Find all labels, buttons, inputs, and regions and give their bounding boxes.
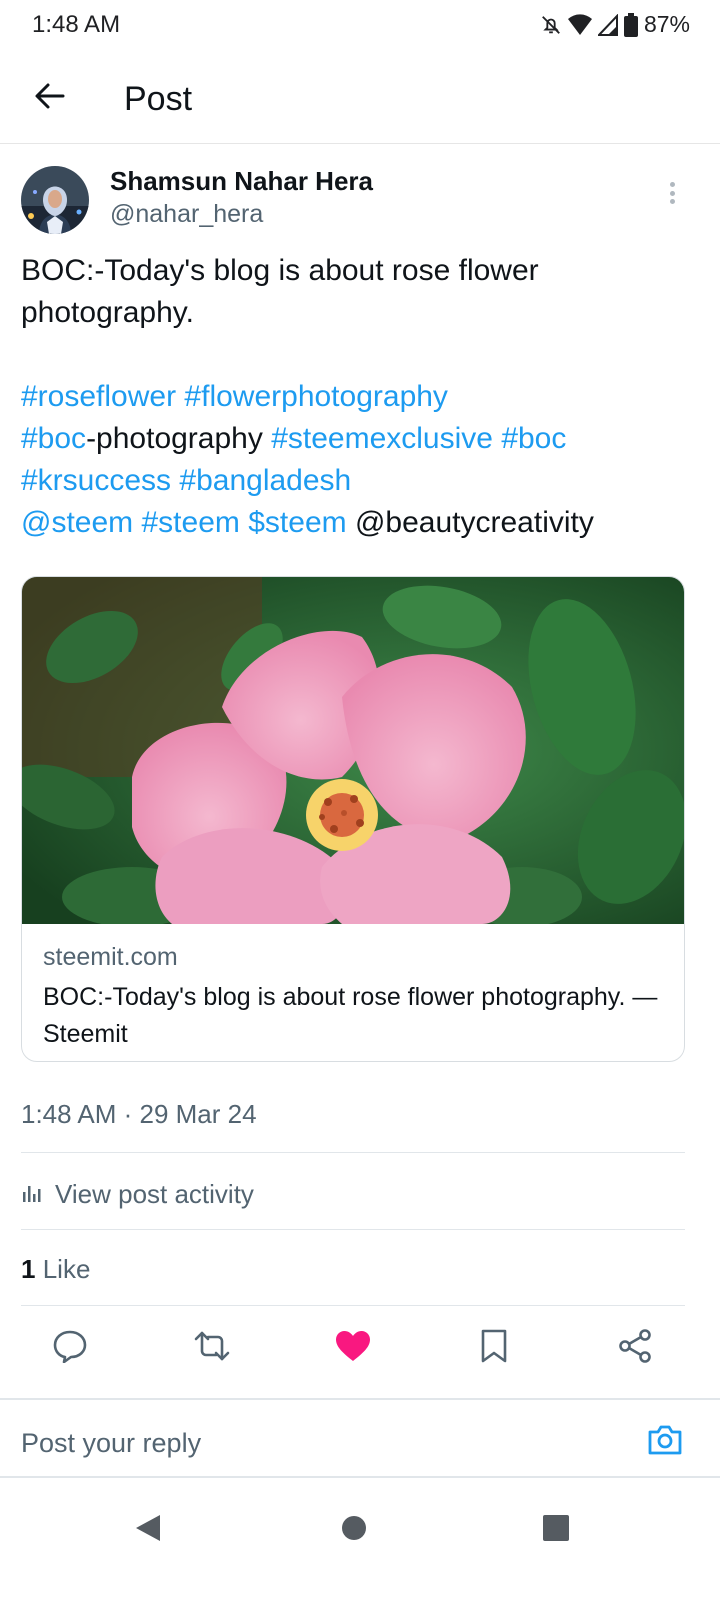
hashtag-line-3: #krsuccess #bangladesh <box>21 460 701 502</box>
status-bar: 1:48 AM 87% <box>0 0 720 50</box>
like-icon <box>335 1330 371 1367</box>
back-button[interactable] <box>28 76 72 120</box>
post-timestamp: 1:48 AM · 29 Mar 24 <box>21 1099 257 1129</box>
status-time: 1:48 AM <box>32 11 121 38</box>
activity-label: View post activity <box>55 1178 254 1209</box>
camera-button[interactable] <box>645 1424 685 1460</box>
post-text: BOC:-Today's blog is about rose flower p… <box>21 250 701 544</box>
nav-recents-button[interactable] <box>536 1510 576 1550</box>
nav-home-button[interactable] <box>334 1510 374 1550</box>
hashtag-line-2: #boc-photography #steemexclusive #boc <box>21 418 701 460</box>
link-title: BOC:-Today's blog is about rose flower p… <box>43 983 658 1048</box>
hashtag-link[interactable]: #steem <box>142 506 240 539</box>
reply-icon <box>52 1329 88 1368</box>
hashtag-link[interactable]: #roseflower <box>21 380 176 413</box>
more-dot-icon <box>669 190 675 196</box>
hashtag-line-4: @steem #steem $steem @beautycreativity <box>21 502 701 544</box>
plain-mention: @beautycreativity <box>354 506 594 539</box>
bell-off-icon <box>540 14 562 36</box>
app-header: Post <box>0 62 720 144</box>
repost-icon <box>192 1329 232 1368</box>
likes-count: 1 <box>21 1254 36 1284</box>
repost-button[interactable] <box>192 1328 232 1368</box>
signal-icon <box>597 13 618 36</box>
reply-composer[interactable]: Post your reply <box>0 1398 720 1478</box>
cashtag-link[interactable]: $steem <box>248 506 346 539</box>
link-card[interactable]: steemit.com BOC:-Today's blog is about r… <box>21 576 685 1062</box>
rose-photo <box>22 577 684 924</box>
hashtag-link[interactable]: #boc <box>501 422 566 455</box>
status-icons: 87% <box>540 11 690 38</box>
camera-icon <box>647 1424 683 1461</box>
hashtag-link[interactable]: #krsuccess <box>21 464 171 497</box>
hashtag-link[interactable]: #flowerphotography <box>184 380 448 413</box>
nav-back-button[interactable] <box>128 1510 168 1550</box>
plain-text: -photography <box>86 422 263 455</box>
divider <box>21 1305 685 1306</box>
divider <box>21 1152 685 1153</box>
more-dot-icon <box>669 199 675 204</box>
bookmark-icon <box>479 1328 509 1369</box>
reply-input[interactable]: Post your reply <box>21 1428 201 1459</box>
battery-percent: 87% <box>643 11 690 37</box>
post-intro: BOC:-Today's blog is about rose flower p… <box>21 254 539 329</box>
share-icon <box>617 1328 653 1369</box>
author-handle[interactable]: @nahar_hera <box>110 200 263 229</box>
hashtag-link[interactable]: #steemexclusive <box>271 422 493 455</box>
arrow-left-icon <box>34 82 66 115</box>
circle-home-icon <box>340 1514 368 1547</box>
analytics-icon <box>21 1180 45 1209</box>
wifi-icon <box>567 13 592 36</box>
likes-label: Like <box>42 1254 91 1284</box>
bookmark-button[interactable] <box>474 1328 514 1368</box>
post-author: Shamsun Nahar Hera @nahar_hera <box>0 160 720 240</box>
hashtag-line-1: #roseflower #flowerphotography <box>21 376 701 418</box>
mention-link[interactable]: @steem <box>21 506 133 539</box>
author-name[interactable]: Shamsun Nahar Hera <box>110 166 373 197</box>
divider <box>21 1229 685 1230</box>
system-nav-bar <box>0 1490 720 1600</box>
reply-button[interactable] <box>50 1328 90 1368</box>
page-title: Post <box>124 80 193 118</box>
square-recents-icon <box>542 1514 570 1547</box>
hashtag-link[interactable]: #boc <box>21 422 86 455</box>
like-button[interactable] <box>333 1328 373 1368</box>
battery-icon <box>623 12 638 37</box>
more-options-button[interactable] <box>660 178 684 208</box>
avatar[interactable] <box>21 166 89 234</box>
triangle-back-icon <box>134 1513 162 1548</box>
likes-summary[interactable]: 1 Like <box>21 1254 90 1285</box>
link-domain: steemit.com <box>43 943 178 971</box>
share-button[interactable] <box>615 1328 655 1368</box>
post-actions <box>0 1320 720 1376</box>
view-post-activity[interactable]: View post activity <box>21 1176 254 1212</box>
more-dot-icon <box>669 182 675 187</box>
hashtag-link[interactable]: #bangladesh <box>179 464 351 497</box>
